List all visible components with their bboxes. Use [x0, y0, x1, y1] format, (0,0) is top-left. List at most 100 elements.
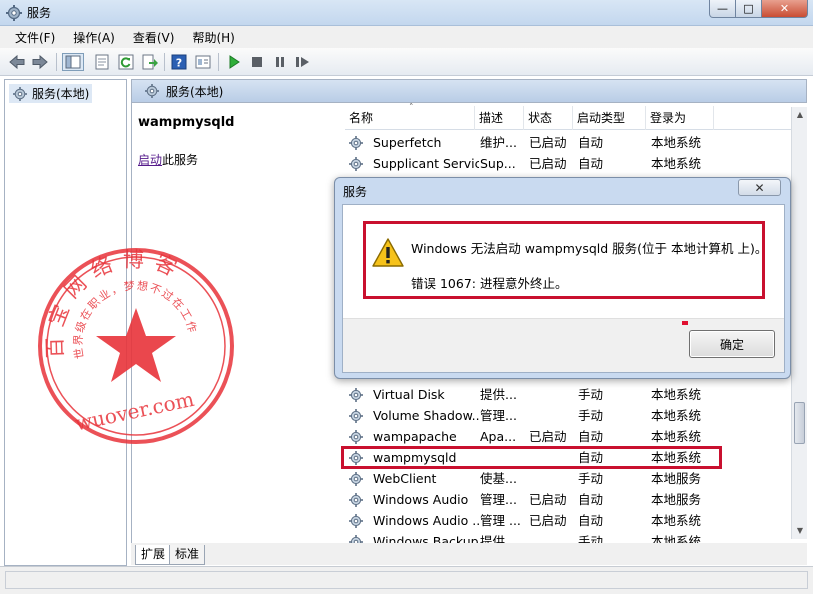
service-name-cell: Volume Shadow...	[373, 408, 479, 423]
refresh-button[interactable]	[117, 53, 135, 71]
pause-service-button[interactable]	[271, 53, 289, 71]
service-gear-icon	[349, 409, 363, 423]
service-logon-cell: 本地系统	[651, 156, 702, 171]
tab-extended[interactable]: 扩展	[135, 545, 172, 565]
maximize-button[interactable]: □	[735, 0, 762, 18]
toolbar: ?	[0, 48, 813, 76]
scroll-up-icon[interactable]: ▲	[792, 107, 808, 123]
service-startup-cell: 自动	[578, 429, 604, 444]
tab-standard[interactable]: 标准	[169, 545, 206, 565]
service-startup-cell: 手动	[578, 387, 604, 402]
ok-button[interactable]: 确定	[689, 330, 775, 358]
details-view-icon	[195, 55, 211, 69]
console-tree: 服务(本地)	[4, 79, 127, 566]
service-status-cell: 已启动	[529, 156, 567, 171]
service-startup-cell: 自动	[578, 156, 604, 171]
menu-view[interactable]: 查看(V)	[124, 29, 184, 46]
close-button[interactable]: ✕	[761, 0, 808, 18]
service-gear-icon	[349, 388, 363, 402]
dialog-body: Windows 无法启动 wampmysqld 服务(位于 本地计算机 上)。 …	[342, 204, 785, 373]
service-desc-cell: 使基...	[480, 471, 517, 486]
panel-header: 服务(本地)	[131, 79, 807, 103]
forward-button[interactable]	[31, 53, 49, 71]
dialog-title: 服务	[343, 185, 368, 199]
service-row[interactable]: Supplicant Service Sup... 已启动 自动 本地系统	[345, 153, 795, 174]
service-row[interactable]: Volume Shadow... 管理... 手动 本地系统	[345, 405, 795, 426]
vertical-scrollbar[interactable]: ▲ ▼	[791, 107, 807, 539]
service-logon-cell: 本地系统	[651, 135, 702, 150]
start-service-line: 启动此服务	[138, 151, 198, 168]
toolbar-separator	[164, 53, 165, 71]
stop-service-button[interactable]	[248, 53, 266, 71]
menu-file[interactable]: 文件(F)	[6, 29, 64, 46]
column-header-name[interactable]: 名称	[345, 106, 475, 130]
start-service-button[interactable]	[225, 53, 243, 71]
service-gear-icon	[349, 493, 363, 507]
export-icon	[142, 54, 158, 70]
red-marker	[682, 321, 688, 325]
refresh-icon	[118, 54, 134, 70]
minimize-button[interactable]: —	[709, 0, 736, 18]
service-detail-pane: wampmysqld 启动此服务	[131, 103, 337, 543]
toolbar-separator	[218, 53, 219, 71]
restart-service-button[interactable]	[294, 53, 312, 71]
tree-node-services-local[interactable]: 服务(本地)	[9, 84, 93, 103]
service-desc-cell: 管理 ...	[480, 513, 521, 528]
service-status-cell: 已启动	[529, 429, 567, 444]
tree-node-label: 服务(本地)	[32, 87, 90, 101]
column-header-startup[interactable]: 启动类型	[573, 106, 646, 130]
export-button[interactable]	[141, 53, 159, 71]
service-logon-cell: 本地系统	[651, 429, 702, 444]
start-icon	[229, 55, 240, 69]
help-button[interactable]: ?	[170, 53, 188, 71]
service-logon-cell: 本地系统	[651, 387, 702, 402]
menu-action[interactable]: 操作(A)	[64, 29, 124, 46]
service-name-cell: wampapache	[373, 429, 457, 444]
show-tree-icon	[65, 55, 81, 69]
service-desc-cell: 管理...	[480, 492, 517, 507]
menu-bar: 文件(F) 操作(A) 查看(V) 帮助(H)	[0, 26, 813, 48]
service-row[interactable]: Windows Backup 提供... 手动 本地系统	[345, 531, 795, 543]
dialog-close-button[interactable]: ✕	[738, 179, 781, 196]
service-row[interactable]: wampapache Apa... 已启动 自动 本地系统	[345, 426, 795, 447]
restart-icon	[296, 57, 309, 67]
service-row[interactable]: Windows Audio 管理... 已启动 自动 本地服务	[345, 489, 795, 510]
service-row[interactable]: Superfetch 维护... 已启动 自动 本地系统	[345, 132, 795, 153]
details-view-button[interactable]	[194, 53, 212, 71]
start-service-suffix: 此服务	[162, 153, 199, 167]
service-name-cell: Windows Audio ...	[373, 513, 479, 528]
error-message-highlight: Windows 无法启动 wampmysqld 服务(位于 本地计算机 上)。 …	[363, 221, 768, 299]
service-row[interactable]: Windows Audio ... 管理 ... 已启动 自动 本地系统	[345, 510, 795, 531]
service-row[interactable]: WebClient 使基... 手动 本地服务	[345, 468, 795, 489]
scroll-thumb[interactable]	[794, 402, 805, 444]
service-status-cell: 已启动	[529, 135, 567, 150]
properties-button[interactable]	[93, 53, 111, 71]
menu-help[interactable]: 帮助(H)	[183, 29, 243, 46]
help-icon: ?	[171, 54, 187, 70]
service-desc-cell: 提供...	[480, 387, 517, 402]
service-row[interactable]: wampmysqld 自动 本地系统	[345, 447, 795, 468]
services-gear-icon	[6, 5, 22, 21]
error-message: Windows 无法启动 wampmysqld 服务(位于 本地计算机 上)。	[411, 241, 768, 256]
column-header-logon[interactable]: 登录为	[646, 106, 714, 130]
service-status-cell	[529, 384, 573, 405]
scroll-down-icon[interactable]: ▼	[792, 523, 808, 539]
service-logon-cell: 本地系统	[651, 513, 702, 528]
start-service-link[interactable]: 启动	[138, 153, 162, 167]
error-dialog: 服务 ✕ Windows 无法启动 wampmysqld 服务(位于 本地计算机…	[334, 177, 791, 379]
column-header-desc[interactable]: 描述	[475, 106, 524, 130]
service-status-cell	[529, 531, 573, 543]
service-name-cell: Windows Audio	[373, 492, 469, 507]
window-title: 服务	[27, 6, 52, 20]
view-tabs: 扩展 标准	[131, 543, 807, 565]
back-button[interactable]	[8, 53, 26, 71]
panel-title: 服务(本地)	[166, 84, 224, 99]
show-tree-button[interactable]	[62, 53, 84, 71]
service-startup-cell: 手动	[578, 408, 604, 423]
service-status-cell	[529, 405, 573, 426]
service-logon-cell: 本地系统	[651, 450, 702, 465]
column-header-status[interactable]: 状态	[524, 106, 573, 130]
service-status-cell	[529, 447, 573, 468]
service-row[interactable]: Virtual Disk 提供... 手动 本地系统	[345, 384, 795, 405]
svg-text:?: ?	[176, 57, 182, 70]
